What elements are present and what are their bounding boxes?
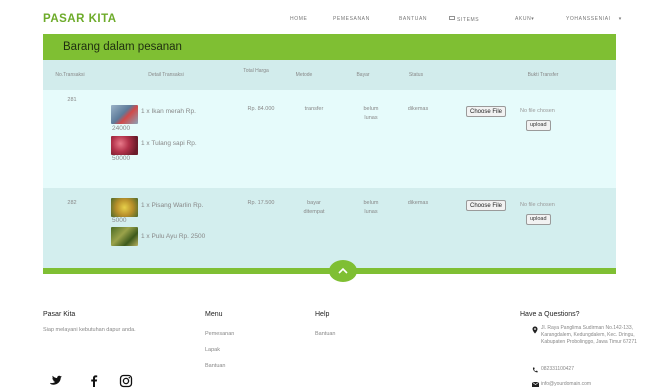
map-pin-icon xyxy=(532,326,538,334)
total-price: Rp. 17.500 xyxy=(247,200,275,206)
nav-item-pemesanan[interactable]: PEMESANAN xyxy=(333,16,370,22)
total-price: Rp. 84.000 xyxy=(247,106,275,112)
nav-item-sitems[interactable]: SITEMS xyxy=(449,16,479,23)
choose-file-button[interactable]: Choose File xyxy=(466,200,507,211)
footer-link-bantuan[interactable]: Bantuan xyxy=(205,363,226,369)
chevron-down-icon: ▾ xyxy=(531,16,535,22)
brand-logo[interactable]: PASAR KITA xyxy=(43,13,117,25)
twitter-icon[interactable] xyxy=(49,374,63,388)
payment-status: belum lunas xyxy=(363,106,379,121)
top-navbar: PASAR KITA HOME PEMESANAN BANTUAN SITEMS… xyxy=(0,0,657,34)
column-header: Metode xyxy=(295,72,313,78)
order-panel: Barang dalam pesanan No.Transaksi Detail… xyxy=(43,34,616,274)
facebook-icon[interactable] xyxy=(87,374,101,388)
footer-email[interactable]: info@yourdomain.com xyxy=(541,381,651,388)
chevron-up-icon xyxy=(338,267,348,274)
nav-item-user-label: YOHANSSENIAI xyxy=(566,16,611,22)
payment-method: transfer xyxy=(304,106,324,112)
transaction-id: 282 xyxy=(67,200,77,206)
table-row: 282 1 x Pisang Warlin Rp. 5000 1 x Pulu … xyxy=(43,188,616,268)
footer-about-title: Pasar Kita xyxy=(43,311,76,318)
nav-item-sitems-label: SITEMS xyxy=(457,17,480,23)
product-thumbnail xyxy=(111,198,138,217)
item-name: 1 x Ikan merah Rp. xyxy=(141,108,196,115)
column-header: Bukti Transfer xyxy=(527,72,559,78)
nav-item-bantuan[interactable]: BANTUAN xyxy=(399,16,427,22)
column-header: No.Transaksi xyxy=(55,72,85,78)
upload-button[interactable]: upload xyxy=(526,214,551,225)
choose-file-button[interactable]: Choose File xyxy=(466,106,507,117)
order-status: dikemas xyxy=(407,106,429,112)
footer-link-lapak[interactable]: Lapak xyxy=(205,347,220,353)
upload-button[interactable]: upload xyxy=(526,120,551,131)
product-thumbnail xyxy=(111,136,138,155)
footer-contact-title: Have a Questions? xyxy=(520,311,580,318)
footer-phone[interactable]: 082331100427 xyxy=(541,366,651,373)
nav-item-akun-label: AKUN xyxy=(515,16,532,22)
item-name: 1 x Tulang sapi Rp. xyxy=(141,140,197,147)
file-status-text: No file chosen xyxy=(520,108,555,114)
panel-header: Barang dalam pesanan xyxy=(43,34,616,60)
footer-help-title: Help xyxy=(315,311,330,318)
nav-item-user[interactable]: YOHANSSENIAI ▾ xyxy=(566,16,622,22)
column-header: Total Harga xyxy=(243,68,269,74)
panel-title: Barang dalam pesanan xyxy=(63,41,182,53)
nav-item-home[interactable]: HOME xyxy=(290,16,307,22)
footer-link-help-bantuan[interactable]: Bantuan xyxy=(315,331,336,337)
product-thumbnail xyxy=(111,105,138,124)
payment-status: belum lunas xyxy=(363,200,379,215)
item-price: 50000 xyxy=(112,155,131,162)
table-header: No.Transaksi Detail Transaksi Total Harg… xyxy=(43,60,616,90)
scroll-top-button[interactable] xyxy=(329,260,357,282)
chevron-down-icon: ▾ xyxy=(618,16,622,22)
item-name: 1 x Pulu Ayu Rp. 2500 xyxy=(141,233,206,240)
item-price: 24000 xyxy=(112,125,131,132)
transaction-id: 281 xyxy=(67,97,77,103)
mail-icon xyxy=(532,382,539,387)
item-price: 5000 xyxy=(112,217,127,224)
file-status-text: No file chosen xyxy=(520,202,555,208)
column-header: Bayar xyxy=(356,72,370,78)
cart-icon xyxy=(449,16,457,23)
column-header: Detail Transaksi xyxy=(148,72,184,78)
table-row: 281 1 x Ikan merah Rp. 24000 1 x Tulang … xyxy=(43,90,616,188)
item-name: 1 x Pisang Warlin Rp. xyxy=(141,202,204,209)
footer-address: Jl. Raya Panglima Sudirman No.142-133, K… xyxy=(541,325,637,345)
footer-link-pemesanan[interactable]: Pemesanan xyxy=(205,331,234,337)
order-status: dikemas xyxy=(407,200,429,206)
footer-about-text: Siap melayani kebutuhan dapur anda. xyxy=(43,327,136,333)
nav-item-akun[interactable]: AKUN▾ xyxy=(515,16,534,22)
instagram-icon[interactable] xyxy=(119,374,133,388)
phone-icon xyxy=(532,367,538,373)
payment-method: bayar ditempat xyxy=(303,200,325,215)
product-thumbnail xyxy=(111,227,138,246)
column-header: Status xyxy=(408,72,424,78)
footer-menu-title: Menu xyxy=(205,311,223,318)
